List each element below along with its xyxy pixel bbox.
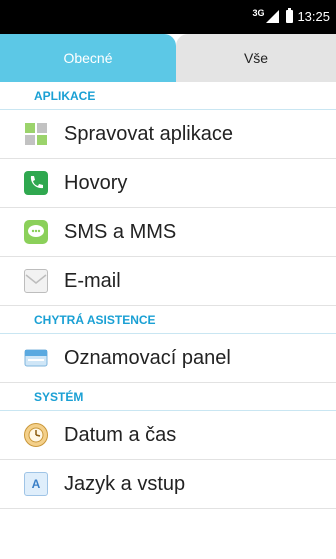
language-icon: A [24, 472, 48, 496]
network-type: 3G [252, 7, 265, 18]
settings-item-date-time[interactable]: Datum a čas [0, 411, 336, 460]
settings-item-label: Jazyk a vstup [64, 472, 186, 495]
settings-item-calls[interactable]: Hovory [0, 159, 336, 208]
tab-all[interactable]: Vše [176, 34, 336, 82]
phone-icon [24, 171, 48, 195]
signal-icon [266, 10, 280, 23]
settings-item-label: Hovory [64, 171, 128, 194]
battery-icon [286, 8, 294, 23]
settings-item-label: SMS a MMS [64, 220, 177, 243]
section-header-system: SYSTÉM [0, 383, 336, 411]
section-header-apps: APLIKACE [0, 82, 336, 110]
status-time: 13:25 [297, 9, 330, 24]
settings-item-manage-apps[interactable]: Spravovat aplikace [0, 110, 336, 159]
status-indicators: 3G 13:25 [252, 7, 330, 25]
status-bar: 3G 13:25 [0, 0, 336, 34]
settings-item-label: Spravovat aplikace [64, 122, 233, 145]
tab-general[interactable]: Obecné [0, 34, 176, 82]
settings-item-label: Oznamovací panel [64, 346, 231, 369]
settings-item-email[interactable]: E-mail [0, 257, 336, 306]
list-continuation [0, 509, 336, 559]
settings-item-label: E-mail [64, 269, 121, 292]
clock-icon [24, 423, 48, 447]
apps-manager-icon [24, 122, 48, 146]
notification-panel-icon [24, 346, 48, 370]
settings-item-sms[interactable]: SMS a MMS [0, 208, 336, 257]
settings-item-notification-panel[interactable]: Oznamovací panel [0, 334, 336, 383]
settings-item-language-input[interactable]: A Jazyk a vstup [0, 460, 336, 509]
tab-bar: Obecné Vše [0, 34, 336, 82]
message-icon [24, 220, 48, 244]
envelope-icon [24, 269, 48, 293]
section-header-smart-assist: CHYTRÁ ASISTENCE [0, 306, 336, 334]
settings-item-label: Datum a čas [64, 423, 177, 446]
